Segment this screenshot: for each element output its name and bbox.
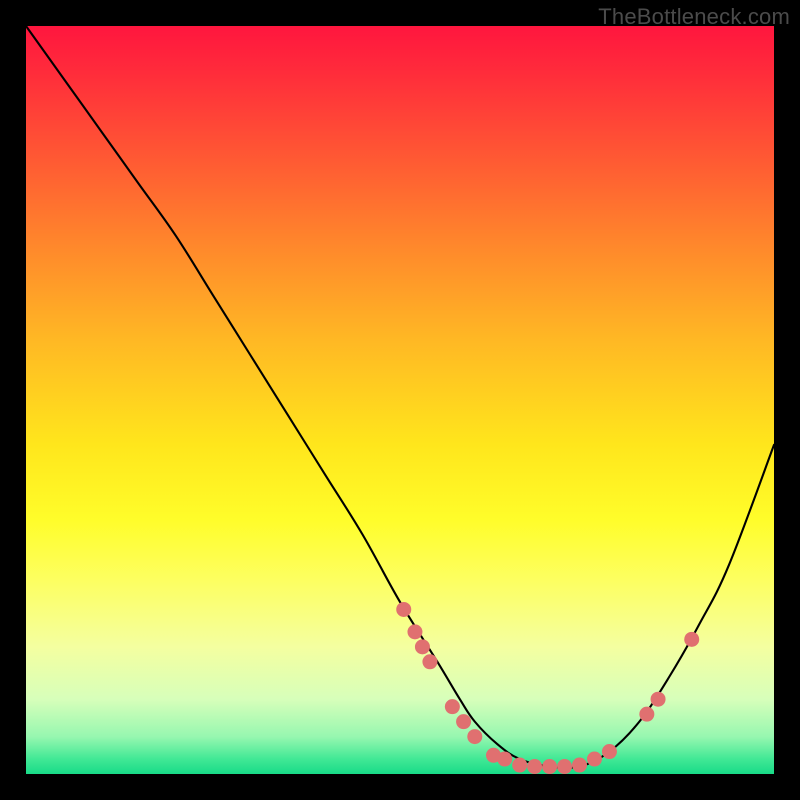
- data-marker: [512, 758, 527, 773]
- data-marker: [602, 744, 617, 759]
- data-marker: [572, 758, 587, 773]
- data-markers: [396, 602, 699, 774]
- chart-svg: [26, 26, 774, 774]
- data-marker: [639, 707, 654, 722]
- data-marker: [651, 692, 666, 707]
- data-marker: [542, 759, 557, 774]
- data-marker: [422, 654, 437, 669]
- watermark-text: TheBottleneck.com: [598, 4, 790, 30]
- bottleneck-curve: [26, 26, 774, 768]
- data-marker: [445, 699, 460, 714]
- data-marker: [684, 632, 699, 647]
- data-marker: [467, 729, 482, 744]
- data-marker: [527, 759, 542, 774]
- data-marker: [407, 624, 422, 639]
- data-marker: [396, 602, 411, 617]
- data-marker: [456, 714, 471, 729]
- data-marker: [557, 759, 572, 774]
- chart-plot-area: [26, 26, 774, 774]
- data-marker: [587, 752, 602, 767]
- data-marker: [415, 639, 430, 654]
- data-marker: [497, 752, 512, 767]
